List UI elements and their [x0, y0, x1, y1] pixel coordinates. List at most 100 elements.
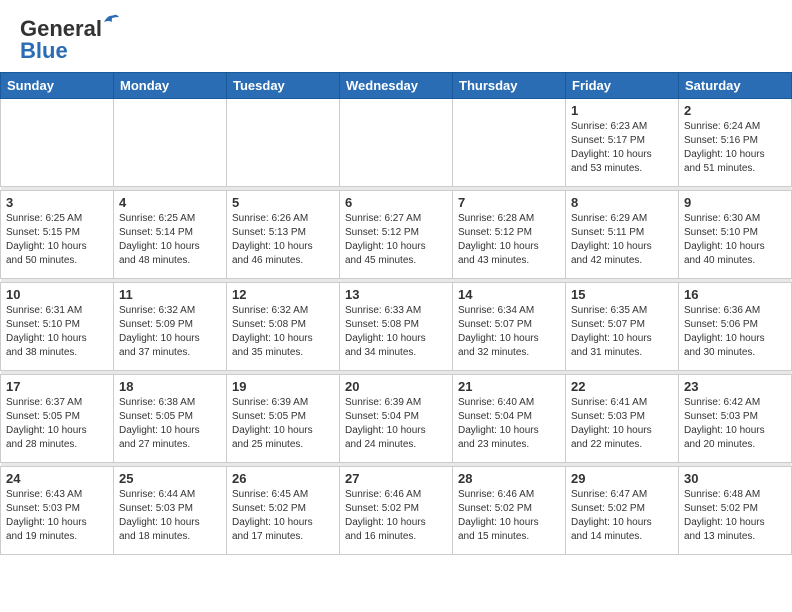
calendar-cell: 16 Sunrise: 6:36 AM Sunset: 5:06 PM Dayli…	[679, 283, 792, 371]
calendar-cell	[227, 99, 340, 187]
day-info: Sunrise: 6:24 AM Sunset: 5:16 PM Dayligh…	[684, 120, 786, 176]
calendar-cell: 22Sunrise: 6:41 AM Sunset: 5:03 PM Dayli…	[566, 375, 679, 463]
calendar-cell: 1 Sunrise: 6:23 AM Sunset: 5:17 PM Daylig…	[566, 99, 679, 187]
day-info: Sunrise: 6:34 AM Sunset: 5:07 PM Dayligh…	[458, 304, 560, 360]
day-info: Sunrise: 6:38 AM Sunset: 5:05 PM Dayligh…	[119, 396, 221, 452]
calendar-cell	[1, 99, 114, 187]
calendar-week-row: 10 Sunrise: 6:31 AM Sunset: 5:10 PM Dayli…	[1, 283, 792, 371]
calendar-cell: 20 Sunrise: 6:39 AM Sunset: 5:04 PM Dayli…	[340, 375, 453, 463]
calendar-cell: 10 Sunrise: 6:31 AM Sunset: 5:10 PM Dayli…	[1, 283, 114, 371]
day-info: Sunrise: 6:26 AM Sunset: 5:13 PM Dayligh…	[232, 212, 334, 268]
logo-bird-icon	[102, 12, 120, 30]
day-info: Sunrise: 6:25 AM Sunset: 5:14 PM Dayligh…	[119, 212, 221, 268]
calendar-table: SundayMondayTuesdayWednesdayThursdayFrid…	[0, 72, 792, 555]
logo-general: General	[20, 16, 102, 41]
day-info: Sunrise: 6:42 AM Sunset: 5:03 PM Dayligh…	[684, 396, 786, 452]
calendar-cell: 13 Sunrise: 6:33 AM Sunset: 5:08 PM Dayli…	[340, 283, 453, 371]
day-number: 10	[6, 287, 108, 302]
day-number: 8	[571, 195, 673, 210]
day-info: Sunrise: 6:46 AM Sunset: 5:02 PM Dayligh…	[345, 488, 447, 544]
calendar-cell: 3 Sunrise: 6:25 AM Sunset: 5:15 PM Daylig…	[1, 191, 114, 279]
calendar-cell: 15Sunrise: 6:35 AM Sunset: 5:07 PM Dayli…	[566, 283, 679, 371]
day-number: 23	[684, 379, 786, 394]
calendar-cell: 14 Sunrise: 6:34 AM Sunset: 5:07 PM Dayli…	[453, 283, 566, 371]
logo: General Blue	[20, 16, 102, 64]
day-number: 19	[232, 379, 334, 394]
calendar-cell: 18 Sunrise: 6:38 AM Sunset: 5:05 PM Dayli…	[114, 375, 227, 463]
day-number: 9	[684, 195, 786, 210]
day-info: Sunrise: 6:30 AM Sunset: 5:10 PM Dayligh…	[684, 212, 786, 268]
day-number: 11	[119, 287, 221, 302]
weekday-header-saturday: Saturday	[679, 73, 792, 99]
day-info: Sunrise: 6:23 AM Sunset: 5:17 PM Dayligh…	[571, 120, 673, 176]
calendar-cell: 5 Sunrise: 6:26 AM Sunset: 5:13 PM Daylig…	[227, 191, 340, 279]
day-number: 14	[458, 287, 560, 302]
day-info: Sunrise: 6:31 AM Sunset: 5:10 PM Dayligh…	[6, 304, 108, 360]
day-info: Sunrise: 6:36 AM Sunset: 5:06 PM Dayligh…	[684, 304, 786, 360]
calendar-cell: 8Sunrise: 6:29 AM Sunset: 5:11 PM Daylig…	[566, 191, 679, 279]
day-number: 4	[119, 195, 221, 210]
day-number: 30	[684, 471, 786, 486]
calendar-week-row: 3 Sunrise: 6:25 AM Sunset: 5:15 PM Daylig…	[1, 191, 792, 279]
day-number: 16	[684, 287, 786, 302]
calendar-header-row: SundayMondayTuesdayWednesdayThursdayFrid…	[1, 73, 792, 99]
day-number: 27	[345, 471, 447, 486]
weekday-header-friday: Friday	[566, 73, 679, 99]
day-info: Sunrise: 6:44 AM Sunset: 5:03 PM Dayligh…	[119, 488, 221, 544]
day-info: Sunrise: 6:48 AM Sunset: 5:02 PM Dayligh…	[684, 488, 786, 544]
day-info: Sunrise: 6:33 AM Sunset: 5:08 PM Dayligh…	[345, 304, 447, 360]
day-number: 28	[458, 471, 560, 486]
day-number: 7	[458, 195, 560, 210]
weekday-header-tuesday: Tuesday	[227, 73, 340, 99]
day-number: 1	[571, 103, 673, 118]
day-number: 17	[6, 379, 108, 394]
day-info: Sunrise: 6:45 AM Sunset: 5:02 PM Dayligh…	[232, 488, 334, 544]
day-number: 21	[458, 379, 560, 394]
calendar-cell: 23 Sunrise: 6:42 AM Sunset: 5:03 PM Dayli…	[679, 375, 792, 463]
page-header: General Blue	[0, 0, 792, 72]
day-info: Sunrise: 6:37 AM Sunset: 5:05 PM Dayligh…	[6, 396, 108, 452]
day-number: 24	[6, 471, 108, 486]
calendar-week-row: 17 Sunrise: 6:37 AM Sunset: 5:05 PM Dayli…	[1, 375, 792, 463]
calendar-cell: 6 Sunrise: 6:27 AM Sunset: 5:12 PM Daylig…	[340, 191, 453, 279]
calendar-cell: 9 Sunrise: 6:30 AM Sunset: 5:10 PM Daylig…	[679, 191, 792, 279]
day-number: 26	[232, 471, 334, 486]
calendar-cell: 12 Sunrise: 6:32 AM Sunset: 5:08 PM Dayli…	[227, 283, 340, 371]
day-info: Sunrise: 6:25 AM Sunset: 5:15 PM Dayligh…	[6, 212, 108, 268]
calendar-cell: 24Sunrise: 6:43 AM Sunset: 5:03 PM Dayli…	[1, 467, 114, 555]
day-number: 2	[684, 103, 786, 118]
day-number: 12	[232, 287, 334, 302]
calendar-cell: 4 Sunrise: 6:25 AM Sunset: 5:14 PM Daylig…	[114, 191, 227, 279]
calendar-cell: 28 Sunrise: 6:46 AM Sunset: 5:02 PM Dayli…	[453, 467, 566, 555]
calendar-cell: 21 Sunrise: 6:40 AM Sunset: 5:04 PM Dayli…	[453, 375, 566, 463]
calendar-week-row: 1 Sunrise: 6:23 AM Sunset: 5:17 PM Daylig…	[1, 99, 792, 187]
day-number: 6	[345, 195, 447, 210]
calendar-cell: 25 Sunrise: 6:44 AM Sunset: 5:03 PM Dayli…	[114, 467, 227, 555]
day-info: Sunrise: 6:47 AM Sunset: 5:02 PM Dayligh…	[571, 488, 673, 544]
day-number: 3	[6, 195, 108, 210]
calendar-cell: 11Sunrise: 6:32 AM Sunset: 5:09 PM Dayli…	[114, 283, 227, 371]
day-number: 20	[345, 379, 447, 394]
day-info: Sunrise: 6:40 AM Sunset: 5:04 PM Dayligh…	[458, 396, 560, 452]
day-number: 5	[232, 195, 334, 210]
day-info: Sunrise: 6:27 AM Sunset: 5:12 PM Dayligh…	[345, 212, 447, 268]
day-info: Sunrise: 6:35 AM Sunset: 5:07 PM Dayligh…	[571, 304, 673, 360]
weekday-header-monday: Monday	[114, 73, 227, 99]
day-info: Sunrise: 6:28 AM Sunset: 5:12 PM Dayligh…	[458, 212, 560, 268]
calendar-cell: 7 Sunrise: 6:28 AM Sunset: 5:12 PM Daylig…	[453, 191, 566, 279]
day-info: Sunrise: 6:39 AM Sunset: 5:04 PM Dayligh…	[345, 396, 447, 452]
calendar-cell	[340, 99, 453, 187]
calendar-cell: 19Sunrise: 6:39 AM Sunset: 5:05 PM Dayli…	[227, 375, 340, 463]
calendar-cell: 29 Sunrise: 6:47 AM Sunset: 5:02 PM Dayli…	[566, 467, 679, 555]
day-number: 29	[571, 471, 673, 486]
day-number: 22	[571, 379, 673, 394]
day-info: Sunrise: 6:32 AM Sunset: 5:08 PM Dayligh…	[232, 304, 334, 360]
day-number: 25	[119, 471, 221, 486]
calendar-cell	[114, 99, 227, 187]
day-number: 18	[119, 379, 221, 394]
day-info: Sunrise: 6:46 AM Sunset: 5:02 PM Dayligh…	[458, 488, 560, 544]
calendar-cell: 17 Sunrise: 6:37 AM Sunset: 5:05 PM Dayli…	[1, 375, 114, 463]
day-number: 13	[345, 287, 447, 302]
weekday-header-wednesday: Wednesday	[340, 73, 453, 99]
calendar-cell: 26 Sunrise: 6:45 AM Sunset: 5:02 PM Dayli…	[227, 467, 340, 555]
